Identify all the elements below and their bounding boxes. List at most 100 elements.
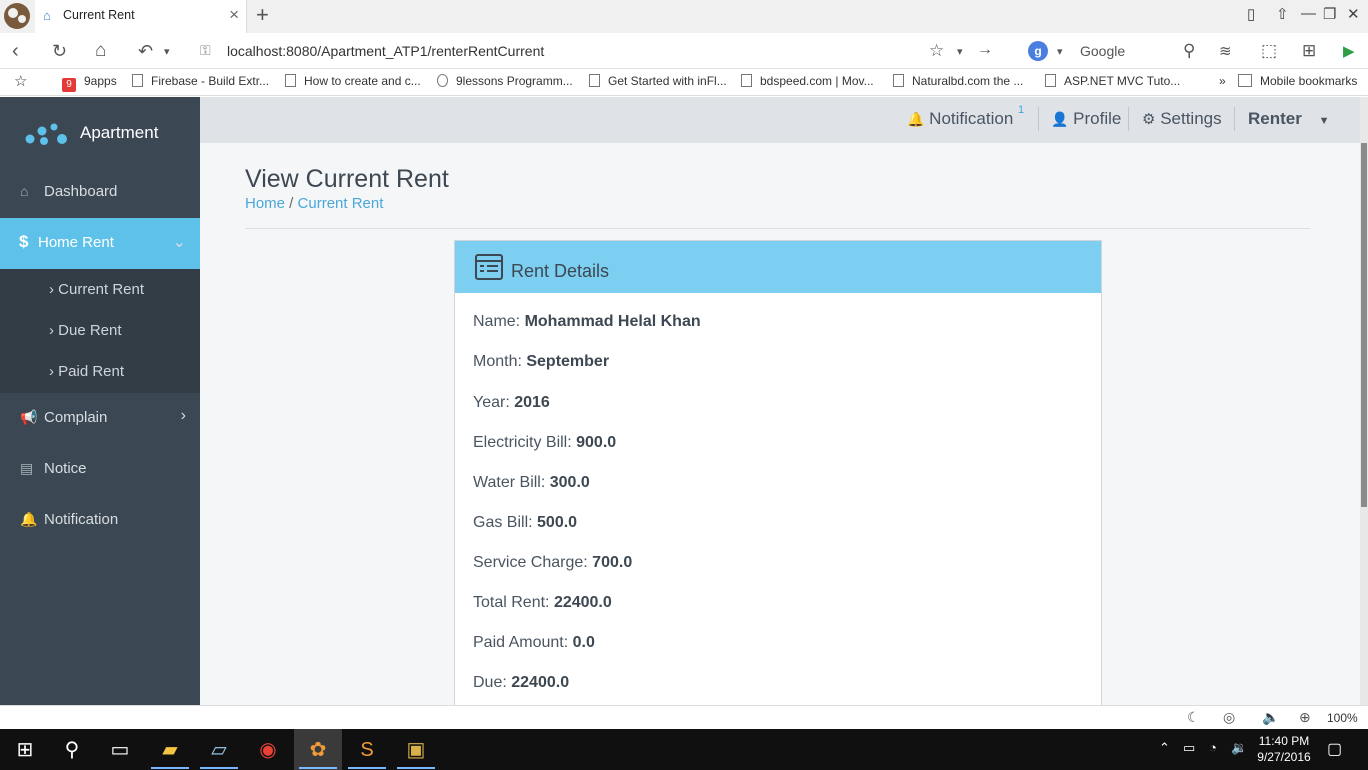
running-indicator bbox=[397, 767, 435, 769]
sidebar-item-notification[interactable]: 🔔 Notification bbox=[0, 495, 200, 546]
brand[interactable]: Apartment bbox=[0, 97, 200, 167]
rent-details-panel: Rent Details Name: Mohammad Helal Khan M… bbox=[454, 240, 1102, 710]
volume-icon[interactable]: 🔉 bbox=[1231, 740, 1247, 756]
sidebar-item-home-rent[interactable]: $ Home Rent ⌄ bbox=[0, 218, 200, 269]
browser-tab-bar: ⌂ Current Rent × + ▯ ⇧ — ❐ ✕ bbox=[0, 0, 1368, 33]
minimize-icon[interactable]: — bbox=[1301, 5, 1316, 22]
breadcrumb-home[interactable]: Home bbox=[245, 195, 285, 212]
windows-taskbar: ⊞ ⚲ ▭ ▰ ▱ ◉ ✿ S ▣ ⌃ ▭ ◔ 🔉 11:40 PM 9/27/… bbox=[0, 729, 1368, 770]
clock[interactable]: 11:40 PM 9/27/2016 bbox=[1253, 733, 1315, 765]
page-icon bbox=[437, 74, 448, 87]
screenshot-icon[interactable]: ⬚ bbox=[1261, 41, 1277, 61]
detail-row-due: Due: 22400.0 bbox=[473, 674, 570, 691]
sidebar: Apartment ⌂ Dashboard $ Home Rent ⌄ › Cu… bbox=[0, 97, 200, 705]
mobile-bookmarks[interactable]: Mobile bookmarks bbox=[1238, 74, 1357, 88]
dashboard-icon: ⌂ bbox=[20, 183, 29, 199]
search-icon[interactable]: ⚲ bbox=[1183, 41, 1195, 61]
submenu-item-due-rent[interactable]: › Due Rent bbox=[49, 322, 122, 339]
windows-start-icon[interactable]: ⊞ bbox=[12, 737, 38, 763]
restore-icon[interactable]: ❐ bbox=[1323, 5, 1336, 23]
page-icon bbox=[1045, 74, 1056, 87]
undo-menu-icon[interactable]: ▾ bbox=[164, 45, 170, 58]
page-icon bbox=[741, 74, 752, 87]
bookmark-item[interactable]: bdspeed.com | Mov... bbox=[741, 74, 874, 88]
running-indicator bbox=[348, 767, 386, 769]
close-window-icon[interactable]: ✕ bbox=[1347, 5, 1360, 23]
scrollbar-thumb[interactable] bbox=[1361, 143, 1367, 507]
submenu-item-paid-rent[interactable]: › Paid Rent bbox=[49, 363, 124, 380]
detail-row-month: Month: September bbox=[473, 353, 610, 370]
skin-icon[interactable]: ⇧ bbox=[1276, 5, 1289, 23]
sidebar-item-complain[interactable]: 📢 Complain › bbox=[0, 393, 200, 444]
zoom-level[interactable]: 100% bbox=[1327, 711, 1358, 725]
search-engine-icon[interactable]: g bbox=[1028, 41, 1048, 61]
extensions-icon[interactable]: ⊞ bbox=[1302, 41, 1316, 61]
search-icon[interactable]: ⚲ bbox=[59, 737, 85, 763]
uc-browser-logo-icon[interactable] bbox=[2, 1, 32, 31]
divider bbox=[245, 228, 1310, 229]
download-icon[interactable]: ▶ bbox=[1343, 42, 1355, 60]
more-bookmarks-icon[interactable]: » bbox=[1219, 74, 1226, 88]
undo-icon[interactable]: ↶ bbox=[138, 41, 153, 62]
bookmark-item[interactable]: Get Started with inFl... bbox=[589, 74, 727, 88]
detail-row-service-charge: Service Charge: 700.0 bbox=[473, 554, 633, 571]
action-center-icon[interactable]: ▢ bbox=[1327, 739, 1342, 759]
data-saver-icon[interactable]: ◎ bbox=[1223, 709, 1235, 726]
browser-status-bar: ☾ ◎ 🔈 ⊕ 100% bbox=[0, 705, 1368, 729]
browser-tab[interactable]: ⌂ Current Rent × bbox=[35, 0, 247, 33]
site-info-icon[interactable]: ⚿ bbox=[200, 42, 211, 59]
zoom-icon[interactable]: ⊕ bbox=[1299, 709, 1311, 726]
sidebar-item-dashboard[interactable]: ⌂ Dashboard bbox=[0, 167, 200, 218]
bookmark-item[interactable]: How to create and c... bbox=[285, 74, 421, 88]
tab-title: Current Rent bbox=[63, 8, 135, 22]
breadcrumb-current[interactable]: Current Rent bbox=[298, 195, 384, 212]
volume-icon[interactable]: 🔈 bbox=[1262, 709, 1279, 726]
detail-row-water-bill: Water Bill: 300.0 bbox=[473, 474, 590, 491]
page-icon bbox=[285, 74, 296, 87]
profile-link[interactable]: 👤 Profile bbox=[1051, 109, 1121, 129]
wifi-icon[interactable]: ◔ bbox=[1209, 740, 1217, 755]
bookmark-item[interactable]: 9lessons Programm... bbox=[437, 74, 573, 88]
main-content: View Current Rent Home / Current Rent Re… bbox=[200, 143, 1360, 710]
wifi-share-icon[interactable]: ≋ bbox=[1219, 42, 1232, 60]
bookmark-menu-icon[interactable]: ▾ bbox=[957, 45, 963, 58]
divider bbox=[1038, 107, 1039, 131]
settings-link[interactable]: ⚙ Settings bbox=[1142, 109, 1222, 129]
split-view-icon[interactable]: ▯ bbox=[1247, 5, 1255, 23]
submenu-item-current-rent[interactable]: › Current Rent bbox=[49, 281, 144, 298]
reload-icon[interactable]: ↻ bbox=[52, 41, 67, 62]
uc-browser-icon[interactable]: ✿ bbox=[305, 737, 331, 763]
bookmark-item[interactable]: 9 9apps bbox=[62, 74, 117, 92]
user-menu[interactable]: Renter ▼ bbox=[1248, 109, 1329, 129]
bookmark-item[interactable]: Naturalbd.com the ... bbox=[893, 74, 1023, 88]
new-tab-icon[interactable]: + bbox=[256, 2, 269, 28]
chrome-icon[interactable]: ◉ bbox=[255, 737, 281, 763]
sublime-text-icon[interactable]: S bbox=[354, 737, 380, 763]
notepad-icon[interactable]: ▱ bbox=[206, 737, 232, 763]
bookmark-item[interactable]: Firebase - Build Extr... bbox=[132, 74, 269, 88]
back-icon[interactable]: ‹ bbox=[12, 40, 19, 63]
file-explorer-icon[interactable]: ▰ bbox=[157, 737, 183, 763]
battery-icon[interactable]: ▭ bbox=[1183, 740, 1195, 756]
bell-icon: 🔔 bbox=[20, 511, 38, 527]
night-mode-icon[interactable]: ☾ bbox=[1187, 709, 1200, 726]
detail-row-paid-amount: Paid Amount: 0.0 bbox=[473, 634, 595, 651]
url-field[interactable]: localhost:8080/Apartment_ATP1/renterRent… bbox=[227, 43, 544, 59]
home-icon[interactable]: ⌂ bbox=[95, 40, 106, 62]
bookmark-item[interactable]: ASP.NET MVC Tuto... bbox=[1045, 74, 1180, 88]
app-icon[interactable]: ▣ bbox=[403, 737, 429, 763]
list-card-icon bbox=[475, 254, 503, 280]
close-tab-icon[interactable]: × bbox=[229, 5, 239, 25]
tray-expand-icon[interactable]: ⌃ bbox=[1159, 740, 1170, 756]
bookmark-star-icon[interactable]: ☆ bbox=[929, 41, 944, 61]
gear-icon: ⚙ bbox=[1142, 111, 1156, 128]
notification-link[interactable]: 🔔 Notification bbox=[907, 109, 1013, 129]
go-arrow-icon[interactable]: → bbox=[977, 41, 993, 59]
bookmarks-star-icon[interactable]: ☆ bbox=[14, 72, 27, 90]
task-view-icon[interactable]: ▭ bbox=[107, 737, 133, 763]
page-icon bbox=[589, 74, 600, 87]
sidebar-item-notice[interactable]: ▤ Notice bbox=[0, 444, 200, 495]
running-indicator bbox=[200, 767, 238, 769]
search-engine-menu-icon[interactable]: ▾ bbox=[1057, 45, 1063, 58]
search-engine-label[interactable]: Google bbox=[1080, 43, 1125, 59]
